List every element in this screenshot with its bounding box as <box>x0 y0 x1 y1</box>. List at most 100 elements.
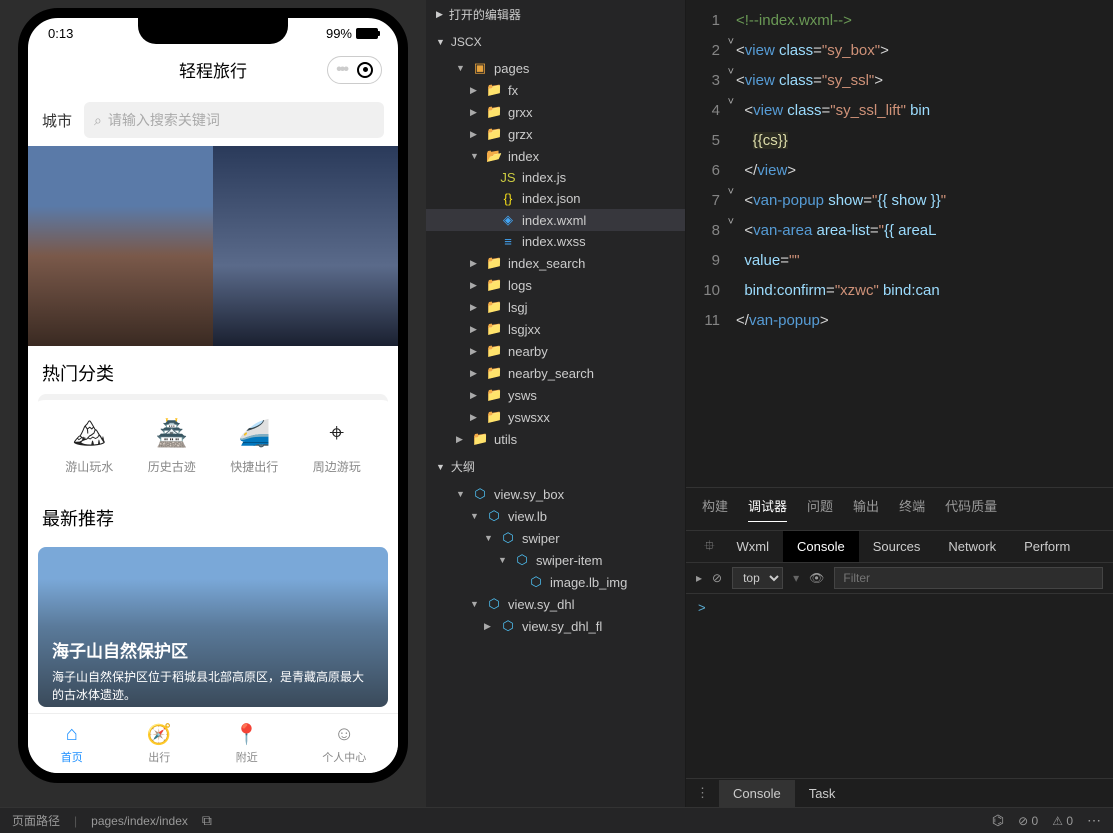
target-icon <box>357 62 373 78</box>
drawer-task[interactable]: Task <box>795 780 850 807</box>
cat-nearby[interactable]: ⌖周边游玩 <box>313 416 361 475</box>
tab-sources[interactable]: Sources <box>859 531 935 562</box>
tab-network[interactable]: Network <box>934 531 1010 562</box>
warning-count[interactable]: ⚠ 0 <box>1052 814 1073 828</box>
tab-travel[interactable]: 🧭出行 <box>147 722 171 765</box>
more-icon[interactable]: ⋯ <box>1087 812 1101 829</box>
train-icon: 🚄 <box>237 416 271 450</box>
tab-quality[interactable]: 代码质量 <box>945 496 997 522</box>
explorer-outline[interactable]: ▼大纲 <box>426 452 685 481</box>
context-select[interactable]: top <box>732 567 783 589</box>
wxml-file-icon: ◈ <box>500 212 516 228</box>
outline-node[interactable]: ⬡image.lb_img <box>426 571 685 593</box>
tab-build[interactable]: 构建 <box>702 496 728 522</box>
banner-swiper[interactable] <box>28 146 398 346</box>
chevron-right-icon: ▶ <box>470 129 480 140</box>
folder-pages[interactable]: ▼▣pages <box>426 57 685 79</box>
outline-node[interactable]: ▼⬡swiper-item <box>426 549 685 571</box>
clear-icon[interactable]: ⊘ <box>712 571 722 585</box>
city-label[interactable]: 城市 <box>42 110 72 131</box>
outline-node[interactable]: ▶⬡view.sy_dhl_fl <box>426 615 685 637</box>
tabbar: ⌂首页 🧭出行 📍附近 ☺个人中心 <box>28 713 398 773</box>
drawer-console[interactable]: Console <box>719 780 795 807</box>
ide-statusbar: 页面路径 | pages/index/index ⧉ ⌬ ⊘ 0 ⚠ 0 ⋯ <box>0 807 1113 833</box>
chevron-down-icon: ▼ <box>470 511 480 521</box>
tab-output[interactable]: 输出 <box>853 496 879 522</box>
inspect-icon[interactable]: ⯐ <box>696 535 723 559</box>
tab-problems[interactable]: 问题 <box>807 496 833 522</box>
chevron-down-icon: ▼ <box>436 37 445 47</box>
tab-console[interactable]: Console <box>783 531 859 562</box>
code-text[interactable]: <!--index.wxml--><view class="sy_box"><v… <box>736 0 1113 487</box>
explorer-project[interactable]: ▼JSCX <box>426 29 685 55</box>
banner-image-1 <box>28 146 213 346</box>
app-titlebar: 轻程旅行 ••• <box>28 45 398 94</box>
cat-history[interactable]: 🏯历史古迹 <box>148 416 196 475</box>
outline-node[interactable]: ▼⬡view.lb <box>426 505 685 527</box>
play-icon[interactable]: ▸ <box>696 571 702 585</box>
phone-frame: 0:13 99% 轻程旅行 ••• 城市 ⌕ 请输入搜索关键词 <box>18 8 408 783</box>
chevron-right-icon: ▶ <box>470 368 480 379</box>
folder-icon: 📁 <box>486 104 502 120</box>
file-index-wxss[interactable]: ≡index.wxss <box>426 231 685 252</box>
folder-nearby[interactable]: ▶📁nearby <box>426 340 685 362</box>
cat-transit[interactable]: 🚄快捷出行 <box>230 416 278 475</box>
error-count[interactable]: ⊘ 0 <box>1018 814 1038 828</box>
eye-icon[interactable]: 👁 <box>809 571 824 585</box>
bug-icon[interactable]: ⌬ <box>992 812 1004 829</box>
cat-mountain[interactable]: 🏔游山玩水 <box>65 416 113 475</box>
tab-home[interactable]: ⌂首页 <box>60 722 84 765</box>
folder-grxx[interactable]: ▶📁grxx <box>426 101 685 123</box>
folder-yswsxx[interactable]: ▶📁yswsxx <box>426 406 685 428</box>
folder-fx[interactable]: ▶📁fx <box>426 79 685 101</box>
chevron-right-icon: ▶ <box>470 324 480 335</box>
folder-lsgjxx[interactable]: ▶📁lsgjxx <box>426 318 685 340</box>
chevron-down-icon: ▼ <box>470 151 480 161</box>
outline-node[interactable]: ▼⬡view.sy_dhl <box>426 593 685 615</box>
tab-me[interactable]: ☺个人中心 <box>322 722 366 765</box>
section-reco-title: 最新推荐 <box>28 491 398 539</box>
file-index-wxml[interactable]: ◈index.wxml <box>426 209 685 231</box>
folder-ysws[interactable]: ▶📁ysws <box>426 384 685 406</box>
tab-debugger[interactable]: 调试器 <box>748 496 787 522</box>
chevron-right-icon: ▶ <box>484 621 494 632</box>
js-file-icon: JS <box>500 170 516 185</box>
outline-node[interactable]: ▼⬡view.sy_box <box>426 483 685 505</box>
page-path-value[interactable]: pages/index/index <box>91 814 188 828</box>
cube-icon: ⬡ <box>514 552 530 568</box>
folder-grzx[interactable]: ▶📁grzx <box>426 123 685 145</box>
folder-utils[interactable]: ▶📁utils <box>426 428 685 450</box>
folder-logs[interactable]: ▶📁logs <box>426 274 685 296</box>
explorer-open-editors[interactable]: ▶打开的编辑器 <box>426 0 685 29</box>
folder-lsgj[interactable]: ▶📁lsgj <box>426 296 685 318</box>
console-prompt: > <box>698 600 706 615</box>
battery-icon <box>356 28 378 39</box>
chevron-down-icon: ▼ <box>456 489 466 499</box>
folder-nearby-search[interactable]: ▶📁nearby_search <box>426 362 685 384</box>
tab-terminal[interactable]: 终端 <box>899 496 925 522</box>
tab-performance[interactable]: Perform <box>1010 531 1084 562</box>
console-body[interactable]: > <box>686 594 1113 778</box>
category-grid: 🏔游山玩水 🏯历史古迹 🚄快捷出行 ⌖周边游玩 <box>38 394 388 491</box>
capsule-button[interactable]: ••• <box>327 56 382 84</box>
app-title: 轻程旅行 <box>179 57 247 82</box>
search-icon: ⌕ <box>94 112 102 129</box>
folder-index-search[interactable]: ▶📁index_search <box>426 252 685 274</box>
reco-card[interactable]: 海子山自然保护区 海子山自然保护区位于稻城县北部高原区，是青藏高原最大的古冰体遗… <box>38 547 388 707</box>
folder-index[interactable]: ▼📂index <box>426 145 685 167</box>
file-index-js[interactable]: JSindex.js <box>426 167 685 188</box>
folder-icon: 📁 <box>472 431 488 447</box>
outline-node[interactable]: ▼⬡swiper <box>426 527 685 549</box>
tab-wxml[interactable]: Wxml <box>723 531 784 562</box>
code-editor[interactable]: 1˅2˅3˅456˅7˅891011 <!--index.wxml--><vie… <box>686 0 1113 487</box>
page-path-label: 页面路径 <box>12 812 60 829</box>
file-index-json[interactable]: {}index.json <box>426 188 685 209</box>
folder-icon: 📁 <box>486 343 502 359</box>
chevron-right-icon: ▶ <box>470 412 480 423</box>
tab-nearby[interactable]: 📍附近 <box>235 722 259 765</box>
copy-icon[interactable]: ⧉ <box>202 812 212 829</box>
search-input[interactable]: ⌕ 请输入搜索关键词 <box>84 102 384 138</box>
filter-input[interactable] <box>834 567 1103 589</box>
simulator-pane: 0:13 99% 轻程旅行 ••• 城市 ⌕ 请输入搜索关键词 <box>0 0 426 807</box>
drawer-icon[interactable]: ⋮ <box>686 779 719 807</box>
